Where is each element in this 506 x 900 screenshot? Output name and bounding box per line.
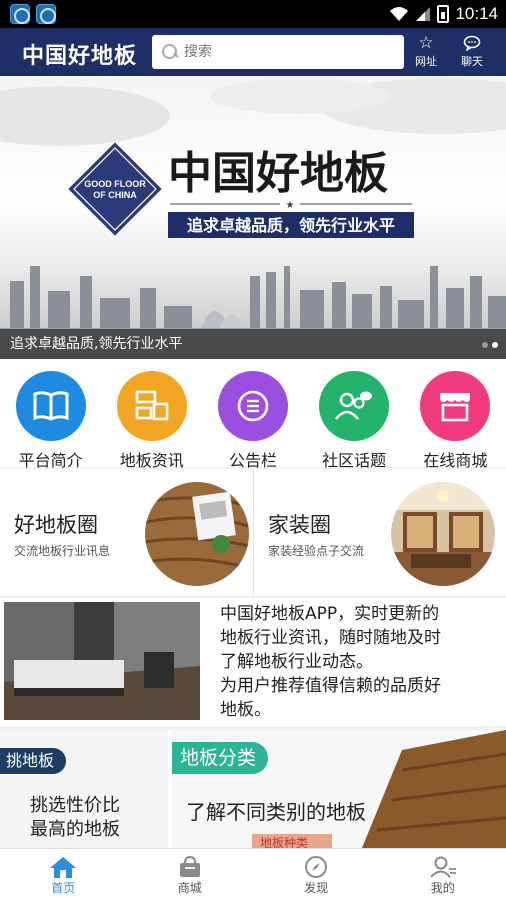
tab-label: 我的 [430,881,455,895]
card-title: 好地板圈 [14,513,98,537]
user-icon [430,856,456,878]
intro-line: 为用户推荐值得信赖的品质好 [220,676,441,696]
pick-floor-text: 挑选性价比 最高的地板 [30,794,120,842]
app-intro-text: 中国好地板APP，实时更新的 地板行业资讯，随时随地及时 了解地板行业动态。 为… [220,602,502,722]
category-row: 平台简介 地板资讯 公告栏 社区话题 在线商城 [0,359,506,470]
category-community[interactable]: 社区话题 [304,359,405,470]
shopping-bag-icon [179,855,200,877]
home-icon [50,857,77,878]
news-icon [116,371,187,441]
favorite-button[interactable]: ☆ 网址 [406,33,446,73]
pick-floor-line: 挑选性价比 [30,795,120,816]
wood-sample-image [145,482,249,586]
carousel-dot[interactable] [482,342,488,348]
intro-line: 地板行业资讯，随时随地及时 [220,628,441,648]
tab-profile[interactable]: 我的 [380,849,506,900]
intro-line: 中国好地板APP，实时更新的 [220,604,440,624]
chat-label: 聊天 [461,55,483,68]
bedroom-image [4,602,200,720]
book-icon [15,371,86,441]
app-screen: 10:14 中国好地板 ☆ 网址 聊天 [0,0,506,900]
app-notification-icon [10,4,30,24]
favorite-label: 网址 [415,55,437,68]
pick-floor-card[interactable]: 挑地板 挑选性价比 最高的地板 [0,730,168,848]
banner-carousel[interactable]: GOOD FLOOR OF CHINA 中国好地板 ★ 追求卓越品质，领先行业水… [0,76,506,359]
app-intro-banner[interactable]: 中国好地板APP，实时更新的 地板行业资讯，随时随地及时 了解地板行业动态。 为… [0,598,506,726]
category-label: 地板资讯 [119,451,184,470]
intro-line: 了解地板行业动态。 [220,652,373,672]
floor-category-subtag: 地板种类 [260,836,309,848]
svg-text:GOOD FLOOR: GOOD FLOOR [84,179,146,189]
intro-line: 地板。 [220,700,271,720]
floor-category-tag: 地板分类 [172,742,269,774]
store-icon [420,371,491,441]
carousel-dot-active[interactable] [492,342,498,348]
category-label: 公告栏 [228,451,277,470]
home-decor-circle-card[interactable]: 家装圈 家装经验点子交流 [253,469,506,596]
compass-icon [305,856,328,878]
app-title: 中国好地板 [22,44,138,69]
category-label: 在线商城 [423,451,488,470]
svg-text:OF CHINA: OF CHINA [93,190,137,200]
category-platform-intro[interactable]: 平台简介 [0,359,101,470]
community-icon [319,371,390,441]
chat-button[interactable]: 聊天 [452,33,492,73]
pick-floor-line: 最高的地板 [30,819,120,840]
floor-circle-card[interactable]: 好地板圈 交流地板行业讯息 [0,469,253,596]
pick-floor-tag: 挑地板 [0,748,67,774]
chat-icon [452,33,492,53]
clock: 10:14 [455,4,498,23]
tab-home[interactable]: 首页 [0,849,127,900]
card-subtitle: 交流地板行业讯息 [14,544,111,558]
banner-caption: 追求卓越品质,领先行业水平 [0,329,506,359]
category-label: 社区话题 [322,451,387,470]
svg-text:★: ★ [286,200,295,211]
card-subtitle: 家装经验点子交流 [268,544,365,558]
category-online-store[interactable]: 在线商城 [405,359,506,470]
search-box[interactable] [152,35,404,69]
tab-label: 首页 [51,881,76,895]
battery-icon [437,5,450,23]
floor-category-card[interactable]: 地板分类 了解不同类别的地板 地板种类 [172,730,506,848]
banner-headline: 中国好地板 [168,148,388,199]
tab-label: 发现 [304,881,329,895]
star-icon: ☆ [418,33,434,53]
category-floor-news[interactable]: 地板资讯 [101,359,202,470]
floor-category-text: 了解不同类别的地板 [186,800,366,824]
list-icon [217,371,288,441]
tab-discover[interactable]: 发现 [253,849,380,900]
tab-label: 商城 [177,881,202,895]
bottom-tab-bar: 首页 商城 发现 我的 [0,848,506,900]
app-notification-icon [36,4,56,24]
wifi-icon [390,7,409,21]
living-room-image [391,482,495,586]
tab-mall[interactable]: 商城 [127,849,254,900]
category-label: 平台简介 [18,451,83,470]
card-title: 家装圈 [268,513,331,537]
banner-image: GOOD FLOOR OF CHINA 中国好地板 ★ 追求卓越品质，领先行业水… [0,78,506,359]
app-header: 中国好地板 ☆ 网址 聊天 [0,28,506,76]
search-input[interactable] [184,44,384,60]
banner-slogan: 追求卓越品质，领先行业水平 [187,216,395,235]
signal-icon [416,7,431,21]
feature-promos: 挑地板 挑选性价比 最高的地板 地板分类 了解不同类别的地板 地板种类 [0,730,506,848]
search-icon [162,44,178,60]
status-bar: 10:14 [0,0,506,28]
circle-cards: 好地板圈 交流地板行业讯息 家装圈 家装经验点子交流 [0,469,506,596]
category-bulletin[interactable]: 公告栏 [202,359,303,470]
